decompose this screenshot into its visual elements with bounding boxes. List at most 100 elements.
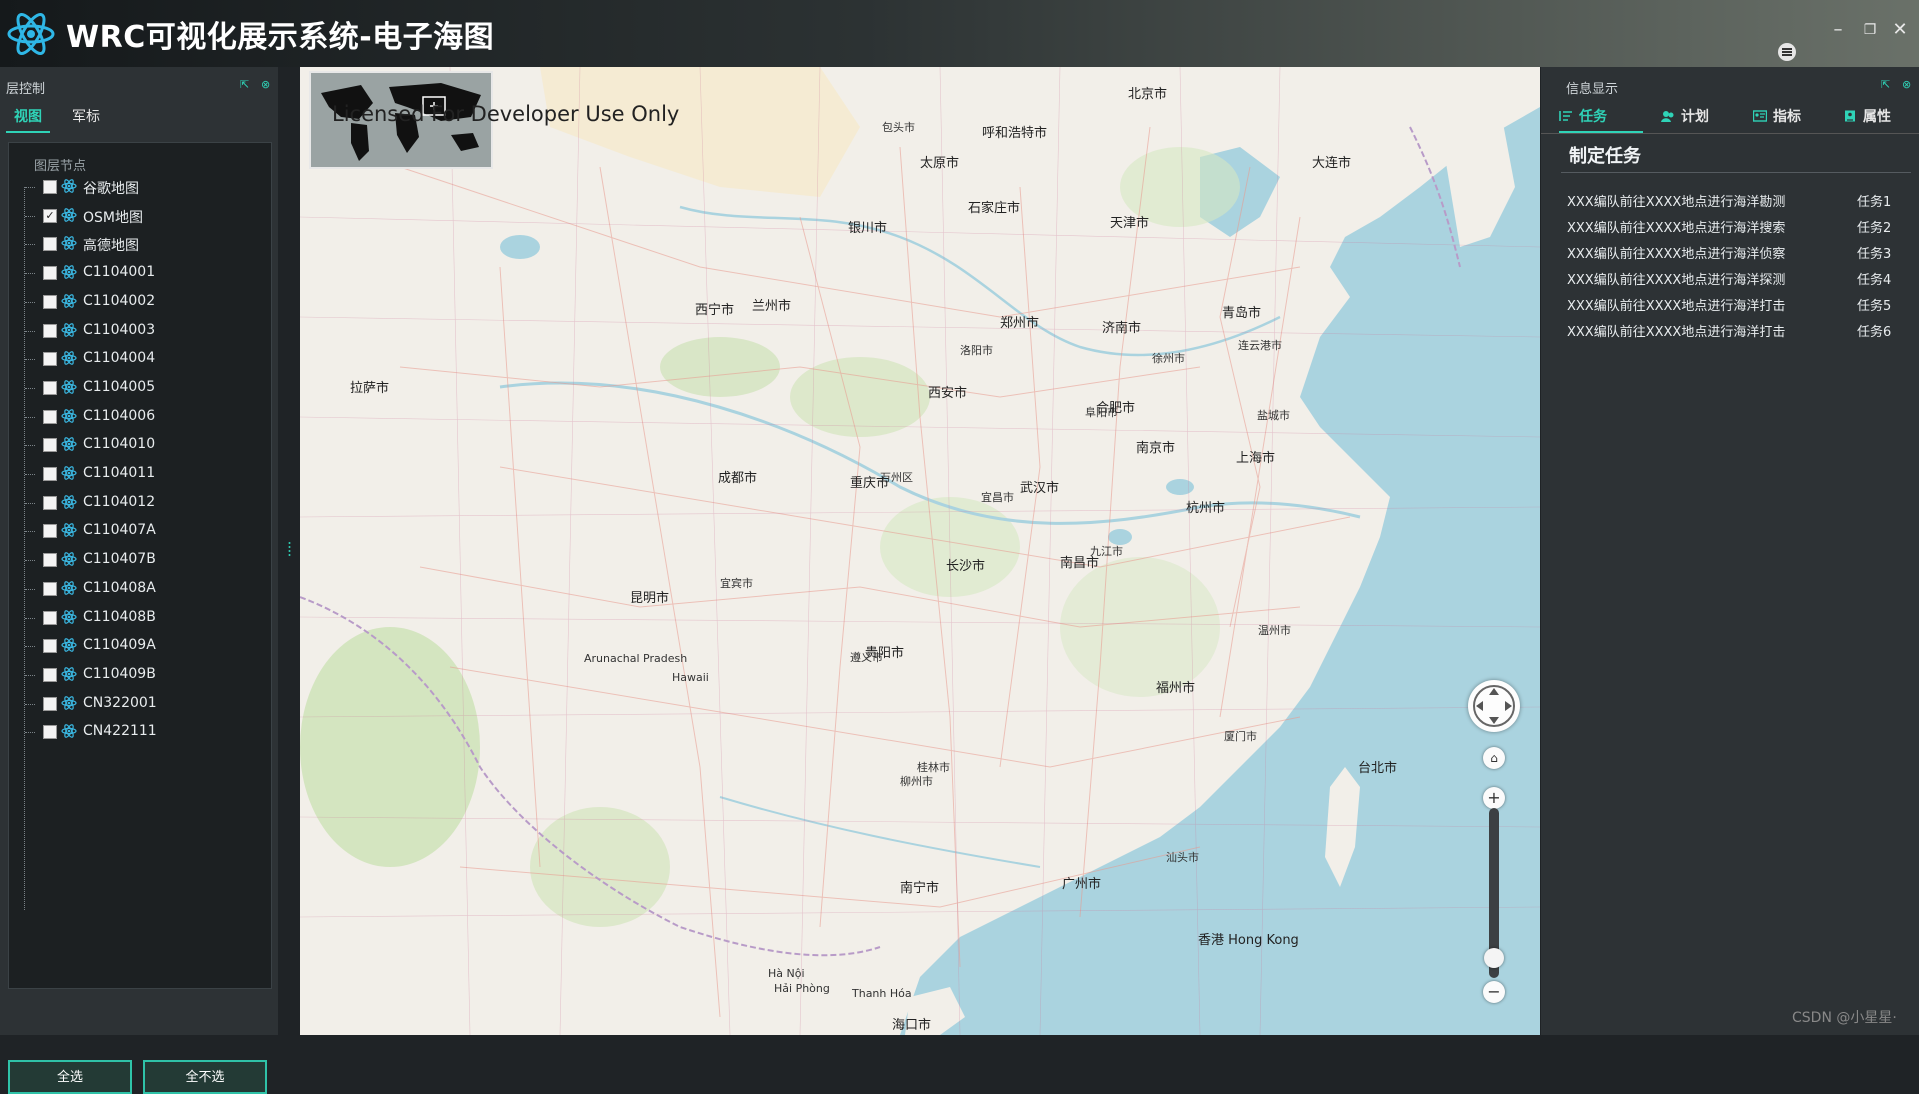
layer-checkbox[interactable] xyxy=(43,438,57,453)
task-row[interactable]: XXX编队前往XXXX地点进行海洋打击 任务6 xyxy=(1567,321,1907,343)
layer-tree-item[interactable]: CN422111 xyxy=(9,721,264,743)
layer-checkbox[interactable] xyxy=(43,294,57,309)
map-place-label: 台北市 xyxy=(1358,761,1398,776)
tab-properties[interactable]: 属性 xyxy=(1843,103,1917,131)
layer-tree-item[interactable]: C110407B xyxy=(9,549,264,571)
tab-tasks[interactable]: 任务 xyxy=(1559,103,1643,133)
restore-icon[interactable]: ❐ xyxy=(1858,18,1882,42)
layer-atom-icon xyxy=(61,179,77,193)
task-row[interactable]: XXX编队前往XXXX地点进行海洋搜索 任务2 xyxy=(1567,217,1907,239)
close-panel-icon[interactable]: ⊗ xyxy=(261,78,270,91)
task-row[interactable]: XXX编队前往XXXX地点进行海洋探测 任务4 xyxy=(1567,269,1907,291)
layer-label: C110407A xyxy=(83,522,156,539)
minimize-icon[interactable]: – xyxy=(1826,18,1850,42)
close-icon[interactable]: ✕ xyxy=(1888,18,1912,42)
zoom-slider-thumb[interactable] xyxy=(1484,948,1504,968)
atom-logo-icon xyxy=(7,13,55,55)
layer-checkbox[interactable] xyxy=(43,409,57,424)
layer-tree-item[interactable]: C110409A xyxy=(9,635,264,657)
tree-connector xyxy=(25,416,35,418)
close-panel-icon[interactable]: ⊗ xyxy=(1902,78,1911,91)
layer-label: CN422111 xyxy=(83,723,157,740)
layer-tree-item[interactable]: C1104002 xyxy=(9,291,264,313)
layer-label: C1104003 xyxy=(83,321,156,338)
layer-label: C110409A xyxy=(83,637,156,654)
map-place-label: 杭州市 xyxy=(1186,501,1226,516)
pin-icon[interactable]: ⇱ xyxy=(240,78,249,91)
tab-metrics[interactable]: 指标 xyxy=(1753,103,1833,131)
layer-label: OSM地图 xyxy=(83,209,143,226)
people-icon xyxy=(1661,111,1674,122)
layer-tree-item[interactable]: C1104012 xyxy=(9,492,264,514)
map-canvas[interactable]: 北京市 天津市 石家庄市 太原市 济南市 郑州市 西安市 兰州市 银川市 西宁市 成都市 重庆市 武汉市… xyxy=(300,67,1540,1035)
zoom-in-button[interactable]: + xyxy=(1483,787,1505,809)
task-row[interactable]: XXX编队前往XXXX地点进行海洋打击 任务5 xyxy=(1567,295,1907,317)
map-place-label: 柳州市 xyxy=(900,775,933,788)
pin-icon[interactable]: ⇱ xyxy=(1881,78,1890,91)
tree-connector xyxy=(25,502,35,504)
layer-tree-item[interactable]: C1104006 xyxy=(9,406,264,428)
layer-checkbox[interactable] xyxy=(43,237,57,252)
layer-tree-item[interactable]: C1104004 xyxy=(9,348,264,370)
layer-label: 谷歌地图 xyxy=(83,181,139,197)
select-all-button[interactable]: 全选 xyxy=(8,1060,132,1094)
map-place-label: 洛阳市 xyxy=(960,344,993,357)
layer-tree-item[interactable]: C110407A xyxy=(9,520,264,542)
layer-checkbox[interactable] xyxy=(43,639,57,654)
layer-tree-item[interactable]: CN322001 xyxy=(9,693,264,715)
left-splitter-handle[interactable] xyxy=(288,541,291,559)
tab-plan[interactable]: 计划 xyxy=(1661,103,1741,131)
layer-tree-item[interactable]: C110408A xyxy=(9,578,264,600)
layer-tree-item[interactable]: C1104005 xyxy=(9,377,264,399)
layer-checkbox[interactable] xyxy=(43,725,57,740)
layer-checkbox[interactable] xyxy=(43,696,57,711)
tree-connector xyxy=(25,674,35,676)
layer-checkbox[interactable]: ✓ xyxy=(43,208,57,223)
tree-connector xyxy=(25,330,35,332)
layer-checkbox[interactable] xyxy=(43,553,57,568)
layer-tree-item[interactable]: C1104003 xyxy=(9,320,264,342)
layer-atom-icon xyxy=(61,207,77,222)
tree-connector xyxy=(25,588,35,590)
menu-icon[interactable] xyxy=(1778,43,1796,61)
layer-tree-item[interactable]: ✓ OSM地图 xyxy=(9,205,264,227)
select-none-button[interactable]: 全不选 xyxy=(143,1060,267,1094)
task-row[interactable]: XXX编队前往XXXX地点进行海洋侦察 任务3 xyxy=(1567,243,1907,265)
task-row[interactable]: XXX编队前往XXXX地点进行海洋勘测 任务1 xyxy=(1567,191,1907,213)
layer-checkbox[interactable] xyxy=(43,352,57,367)
layer-checkbox[interactable] xyxy=(43,610,57,625)
layer-tree-item[interactable]: C110409B xyxy=(9,664,264,686)
layer-checkbox[interactable] xyxy=(43,581,57,596)
layer-tree-item[interactable]: C1104001 xyxy=(9,262,264,284)
layer-tree-item[interactable]: C1104011 xyxy=(9,463,264,485)
layer-checkbox[interactable] xyxy=(43,180,57,194)
layer-checkbox[interactable] xyxy=(43,266,57,281)
zoom-out-button[interactable]: − xyxy=(1483,981,1505,1003)
map-place-label: 南宁市 xyxy=(900,881,940,896)
tree-connector xyxy=(25,301,35,303)
tab-view[interactable]: 视图 xyxy=(6,103,50,133)
layer-checkbox[interactable] xyxy=(43,380,57,395)
layer-atom-icon xyxy=(61,408,77,423)
layer-checkbox[interactable] xyxy=(43,524,57,539)
layer-tree-item[interactable]: C1104010 xyxy=(9,434,264,456)
map-place-label: 九江市 xyxy=(1090,545,1123,558)
layer-checkbox[interactable] xyxy=(43,667,57,682)
layer-tree-item[interactable]: C110408B xyxy=(9,607,264,629)
tab-military-symbols[interactable]: 军标 xyxy=(64,103,108,131)
map-place-label: 盐城市 xyxy=(1257,409,1290,422)
pan-navigation-control[interactable] xyxy=(1468,680,1520,732)
layer-atom-icon xyxy=(61,552,77,566)
task-id: 任务6 xyxy=(1857,325,1892,340)
layer-checkbox[interactable] xyxy=(43,467,57,481)
tree-connector xyxy=(25,445,35,447)
tree-connector xyxy=(25,703,35,705)
layer-tree-item[interactable]: 高德地图 xyxy=(9,233,264,255)
home-icon[interactable]: ⌂ xyxy=(1483,747,1505,769)
layer-checkbox[interactable] xyxy=(43,495,57,510)
layer-label: C1104002 xyxy=(83,292,156,309)
layer-label: CN322001 xyxy=(83,694,157,711)
layer-checkbox[interactable] xyxy=(43,323,57,338)
layer-label: C1104005 xyxy=(83,378,156,395)
layer-tree-item[interactable]: 谷歌地图 xyxy=(9,176,264,198)
